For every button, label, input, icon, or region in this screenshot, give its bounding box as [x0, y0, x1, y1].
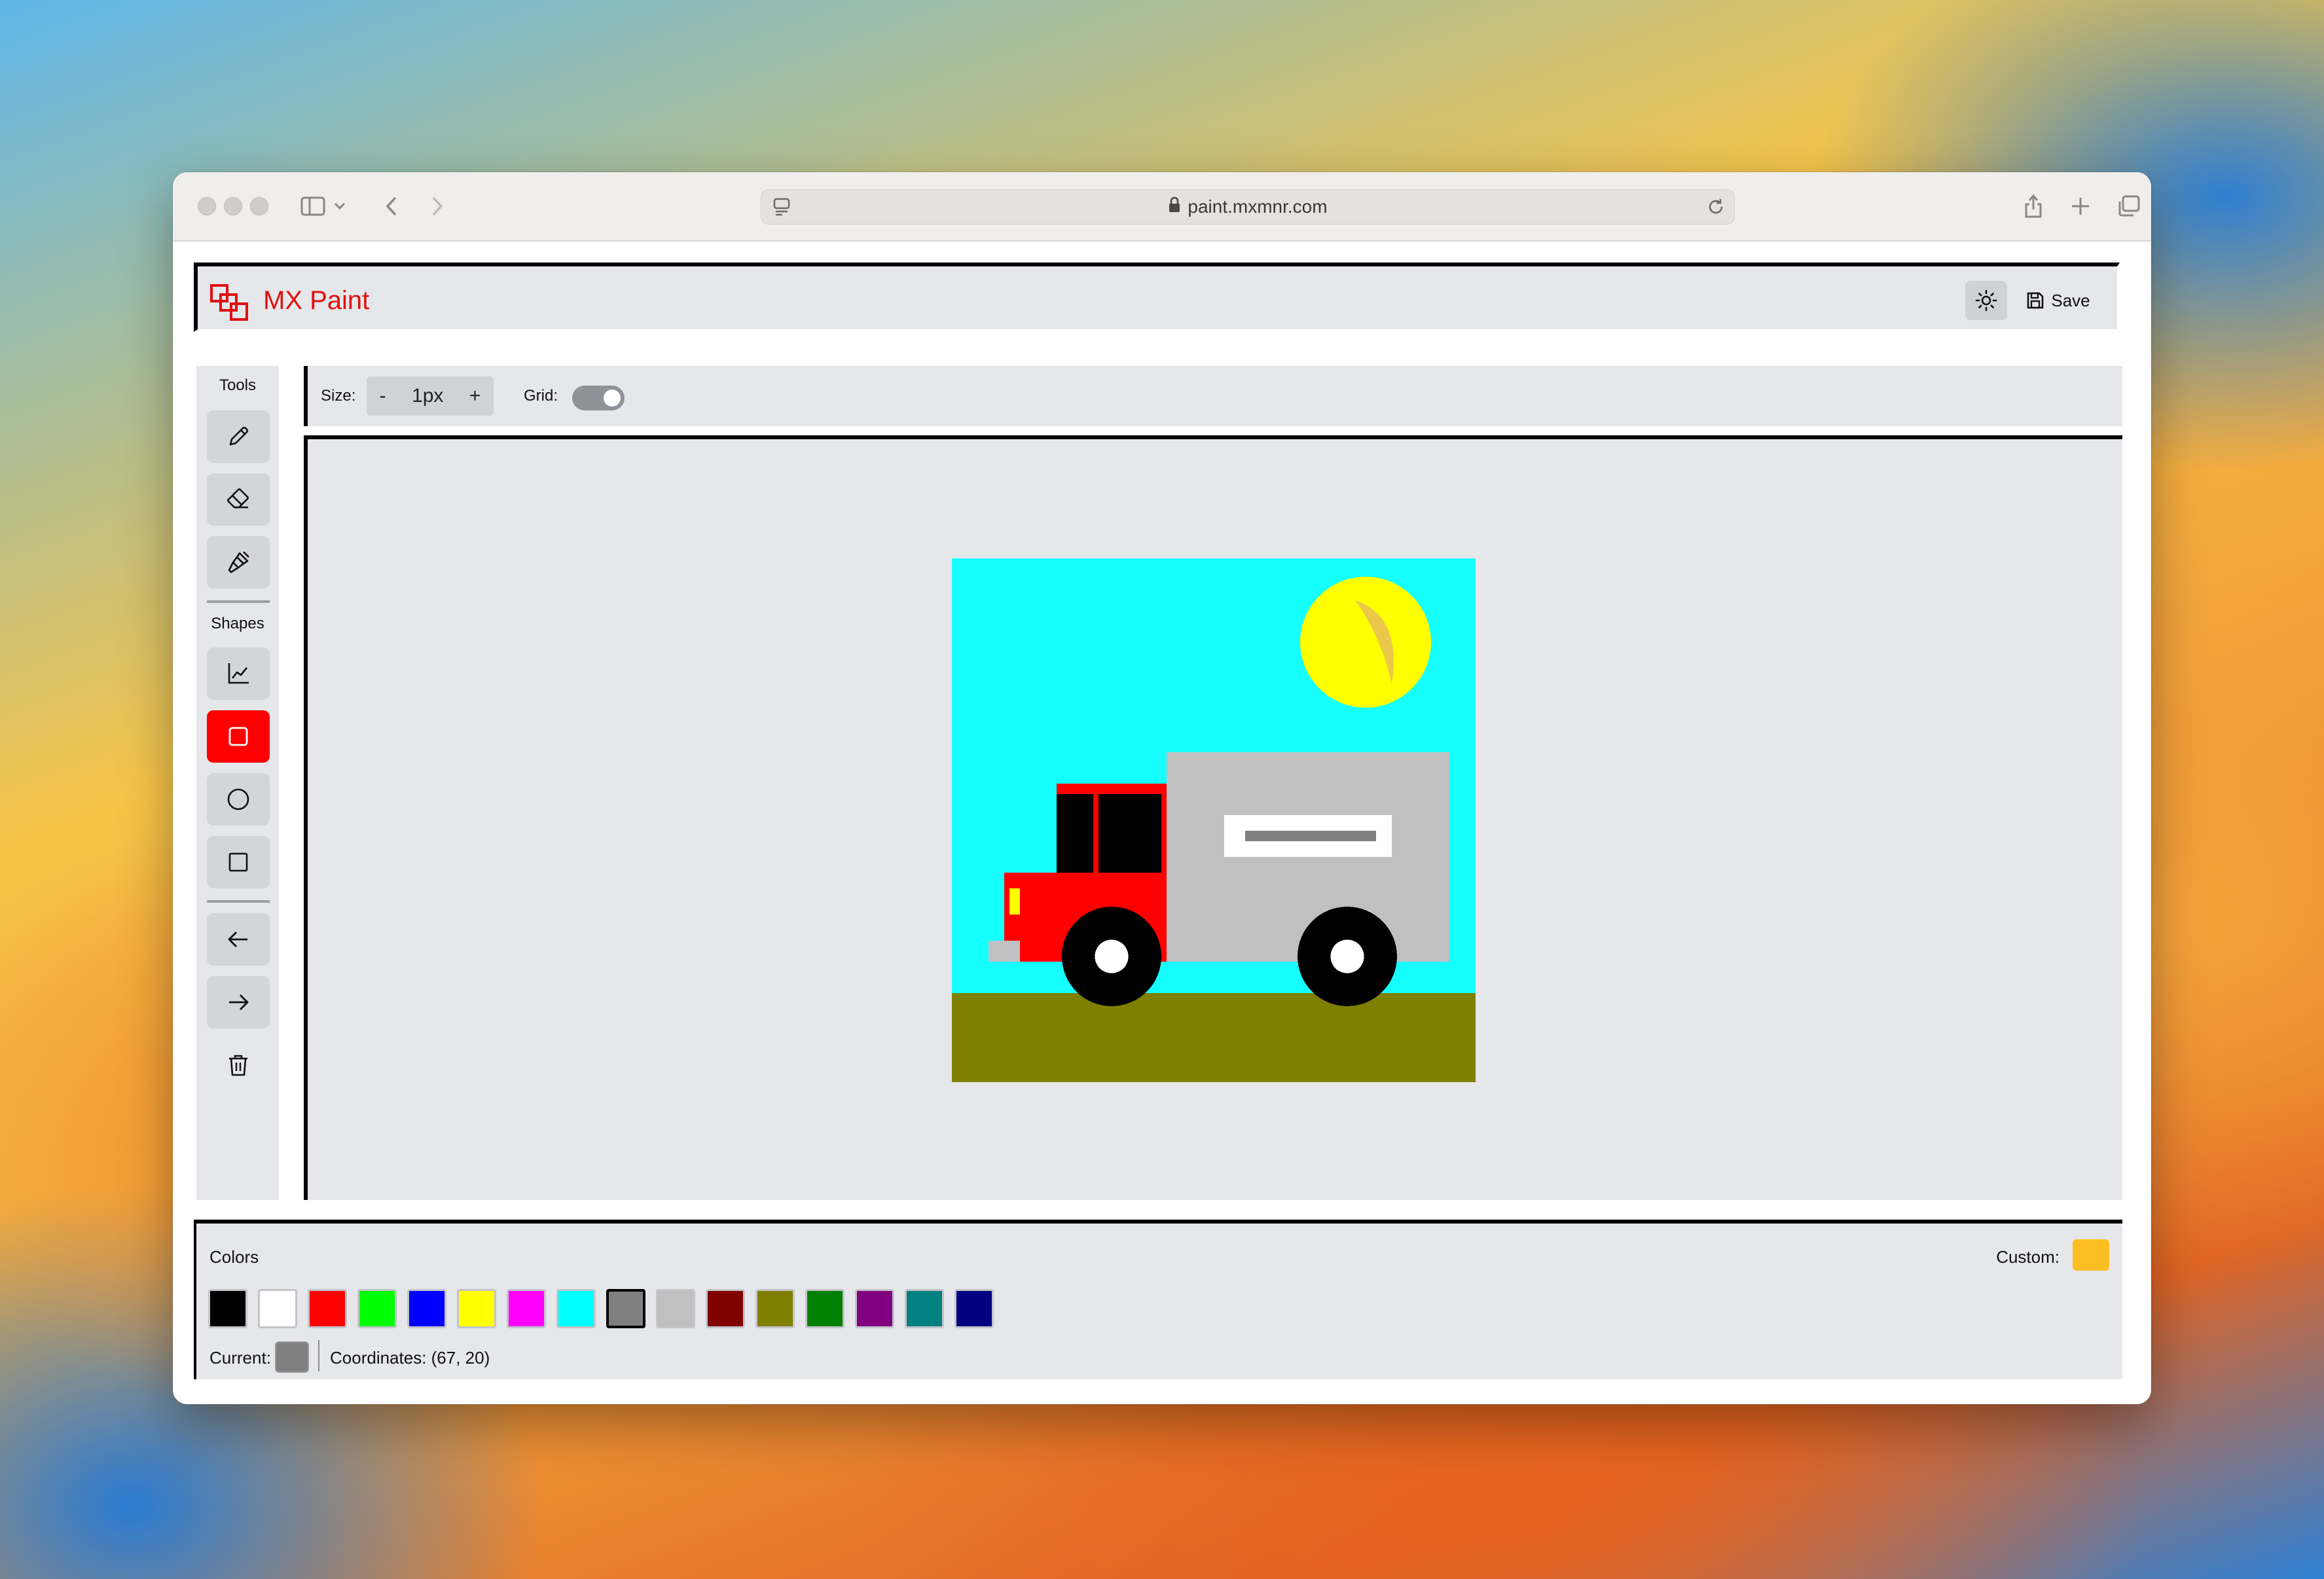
- clear-canvas-button[interactable]: [207, 1039, 270, 1091]
- color-swatch-row: [208, 1289, 994, 1328]
- zoom-window-button[interactable]: [250, 197, 268, 215]
- square-icon: [228, 852, 248, 872]
- status-divider: [318, 1340, 319, 1371]
- trash-icon: [229, 1055, 247, 1076]
- grid-toggle[interactable]: [572, 386, 625, 410]
- tool-options-bar: Size: - 1px + Grid:: [304, 366, 2122, 426]
- color-swatch[interactable]: [357, 1289, 397, 1328]
- truck-window-rear: [1098, 794, 1161, 873]
- color-swatch[interactable]: [556, 1289, 596, 1328]
- color-swatch[interactable]: [308, 1289, 347, 1328]
- color-swatch[interactable]: [258, 1289, 297, 1328]
- rear-hub: [1330, 939, 1364, 973]
- tool-sidebar: Tools Shapes: [196, 366, 281, 1200]
- truck-window-front: [1057, 794, 1093, 873]
- sun-icon: [1975, 289, 1997, 312]
- page-menu-icon[interactable]: [773, 198, 790, 221]
- size-stepper: - 1px +: [367, 376, 494, 416]
- browser-window: paint.mxmnr.com MX Paint Save Tools Shap…: [173, 172, 2151, 1404]
- color-swatch[interactable]: [706, 1289, 745, 1328]
- back-arrow-icon[interactable]: [376, 189, 407, 223]
- color-palette-panel: Colors Custom: Current: Coordinates: (67…: [194, 1220, 2122, 1379]
- rectangle-shape-button[interactable]: [207, 710, 270, 763]
- color-swatch[interactable]: [507, 1289, 546, 1328]
- color-swatch[interactable]: [755, 1289, 795, 1328]
- redo-button[interactable]: [207, 976, 270, 1028]
- eraser-icon: [227, 488, 249, 509]
- rectangle-icon: [228, 727, 248, 746]
- pencil-tool-button[interactable]: [207, 410, 270, 463]
- color-swatch[interactable]: [407, 1289, 446, 1328]
- undo-button[interactable]: [207, 913, 270, 966]
- new-tab-plus-icon[interactable]: [2065, 189, 2096, 223]
- grid-label: Grid:: [524, 387, 558, 405]
- size-value: 1px: [412, 385, 444, 407]
- paint-brush-icon: [228, 551, 249, 573]
- color-swatch[interactable]: [656, 1289, 695, 1328]
- brush-tool-button[interactable]: [207, 536, 270, 589]
- pencil-icon: [229, 426, 249, 446]
- color-swatch[interactable]: [805, 1289, 844, 1328]
- app-logo-icon: [210, 284, 248, 321]
- coordinates-readout: Coordinates: (67, 20): [330, 1348, 490, 1368]
- size-label: Size:: [321, 387, 356, 405]
- custom-color-picker[interactable]: [2073, 1239, 2109, 1271]
- line-shape-button[interactable]: [207, 647, 270, 700]
- current-color-swatch: [275, 1341, 309, 1373]
- sidebar-toggle-icon[interactable]: [297, 189, 329, 223]
- lock-icon: [1168, 196, 1181, 218]
- colors-heading: Colors: [209, 1247, 259, 1267]
- circle-shape-button[interactable]: [207, 773, 270, 826]
- forward-arrow-icon[interactable]: [422, 189, 453, 223]
- color-swatch[interactable]: [606, 1289, 645, 1328]
- ground-fill: [952, 993, 1476, 1082]
- redo-arrow-icon: [229, 994, 249, 1010]
- color-swatch[interactable]: [905, 1289, 944, 1328]
- truck-bumper: [989, 941, 1020, 962]
- current-color-label: Current:: [209, 1348, 271, 1368]
- tools-heading: Tools: [219, 376, 257, 394]
- truck-sign-stripe: [1245, 831, 1376, 841]
- color-swatch[interactable]: [855, 1289, 894, 1328]
- line-chart-icon: [228, 663, 249, 684]
- minimize-window-button[interactable]: [224, 197, 242, 215]
- circle-icon: [227, 788, 249, 810]
- size-increase-button[interactable]: +: [469, 385, 481, 407]
- undo-arrow-icon: [228, 932, 247, 947]
- tab-overview-icon[interactable]: [2113, 189, 2145, 223]
- url-text: paint.mxmnr.com: [1188, 196, 1328, 217]
- save-label: Save: [2051, 290, 2090, 310]
- save-button[interactable]: Save: [2019, 281, 2097, 320]
- address-bar[interactable]: paint.mxmnr.com: [761, 189, 1735, 225]
- drawing-canvas[interactable]: [952, 558, 1476, 1082]
- close-window-button[interactable]: [198, 197, 216, 215]
- canvas-area: [304, 435, 2122, 1200]
- color-swatch[interactable]: [457, 1289, 496, 1328]
- square-shape-button[interactable]: [207, 836, 270, 888]
- paint-app: MX Paint Save Tools Shapes Size: - 1px +…: [173, 242, 2151, 1404]
- size-decrease-button[interactable]: -: [380, 385, 386, 407]
- browser-titlebar: paint.mxmnr.com: [173, 172, 2151, 242]
- toolbar-divider: [207, 900, 270, 903]
- theme-toggle-button[interactable]: [1965, 281, 2007, 320]
- color-swatch[interactable]: [954, 1289, 994, 1328]
- reload-icon[interactable]: [1707, 198, 1725, 221]
- custom-color-label: Custom:: [1996, 1247, 2060, 1267]
- front-hub: [1095, 939, 1129, 973]
- app-header: MX Paint Save: [194, 263, 2120, 332]
- sun-drawing: [1300, 577, 1431, 708]
- eraser-tool-button[interactable]: [207, 473, 270, 526]
- color-swatch[interactable]: [208, 1289, 247, 1328]
- toolbar-divider: [207, 600, 270, 603]
- truck-headlight: [1009, 888, 1020, 915]
- share-icon[interactable]: [2018, 189, 2049, 223]
- chevron-down-icon[interactable]: [330, 189, 350, 223]
- floppy-disk-icon: [2027, 292, 2044, 309]
- shapes-heading: Shapes: [211, 615, 264, 632]
- app-title: MX Paint: [263, 286, 370, 315]
